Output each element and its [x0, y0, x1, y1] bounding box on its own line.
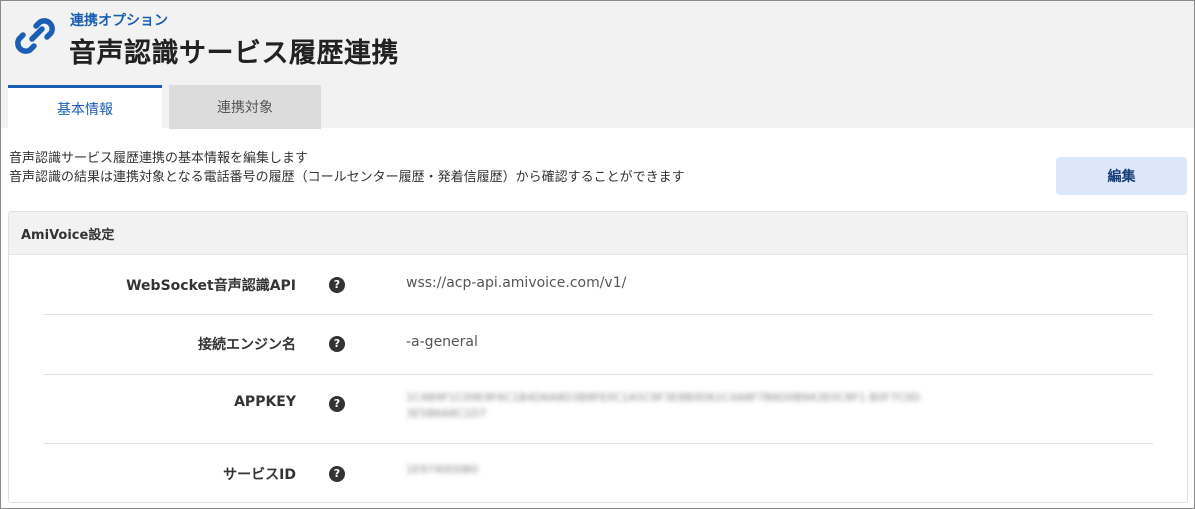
- setting-label: 接続エンジン名: [198, 337, 296, 353]
- page-header: 連携オプション 音声認識サービス履歴連携 基本情報 連携対象: [1, 1, 1194, 129]
- description-line-1: 音声認識サービス履歴連携の基本情報を編集します: [9, 151, 309, 166]
- setting-row-service-id: サービスID ? 1E9740D0B0: [44, 444, 1153, 502]
- service-id-value-redacted: 1E9740D0B0: [406, 463, 478, 476]
- appkey-value-redacted: 1C4B9F1C09E9F6C1B4D6A8D3B8FE0C1A5C9F3E8B…: [406, 391, 921, 420]
- setting-label: WebSocket音声認識API: [126, 278, 296, 294]
- page-title: 音声認識サービス履歴連携: [69, 38, 399, 69]
- section-title: AmiVoice設定: [9, 212, 1187, 255]
- page-subtitle: 連携オプション: [70, 13, 168, 29]
- description-line-2: 音声認識の結果は連携対象となる電話番号の履歴（コールセンター履歴・発着信履歴）か…: [9, 170, 685, 185]
- page-description: 音声認識サービス履歴連携の基本情報を編集します 音声認識の結果は連携対象となる電…: [9, 149, 685, 187]
- setting-value: wss://acp-api.amivoice.com/v1/: [406, 275, 627, 291]
- edit-button[interactable]: 編集: [1056, 157, 1187, 195]
- setting-row-engine-name: 接続エンジン名 ? -a-general: [44, 315, 1153, 375]
- question-circle-icon[interactable]: ?: [329, 277, 345, 293]
- setting-label: サービスID: [223, 467, 296, 483]
- question-circle-icon[interactable]: ?: [329, 466, 345, 482]
- setting-row-websocket-api: WebSocket音声認識API ? wss://acp-api.amivoic…: [44, 255, 1153, 315]
- amivoice-settings-panel: AmiVoice設定 WebSocket音声認識API ? wss://acp-…: [8, 211, 1188, 503]
- page-frame: 連携オプション 音声認識サービス履歴連携 基本情報 連携対象 音声認識サービス履…: [0, 0, 1195, 509]
- setting-label: APPKEY: [234, 394, 296, 410]
- tab-link-targets[interactable]: 連携対象: [169, 85, 321, 129]
- question-circle-icon[interactable]: ?: [329, 336, 345, 352]
- link-icon: [15, 18, 55, 54]
- setting-row-appkey: APPKEY ? 1C4B9F1C09E9F6C1B4D6A8D3B8FE0C1…: [44, 375, 1153, 444]
- tab-basic-info[interactable]: 基本情報: [8, 85, 162, 129]
- question-circle-icon[interactable]: ?: [329, 396, 345, 412]
- setting-value: -a-general: [406, 334, 478, 350]
